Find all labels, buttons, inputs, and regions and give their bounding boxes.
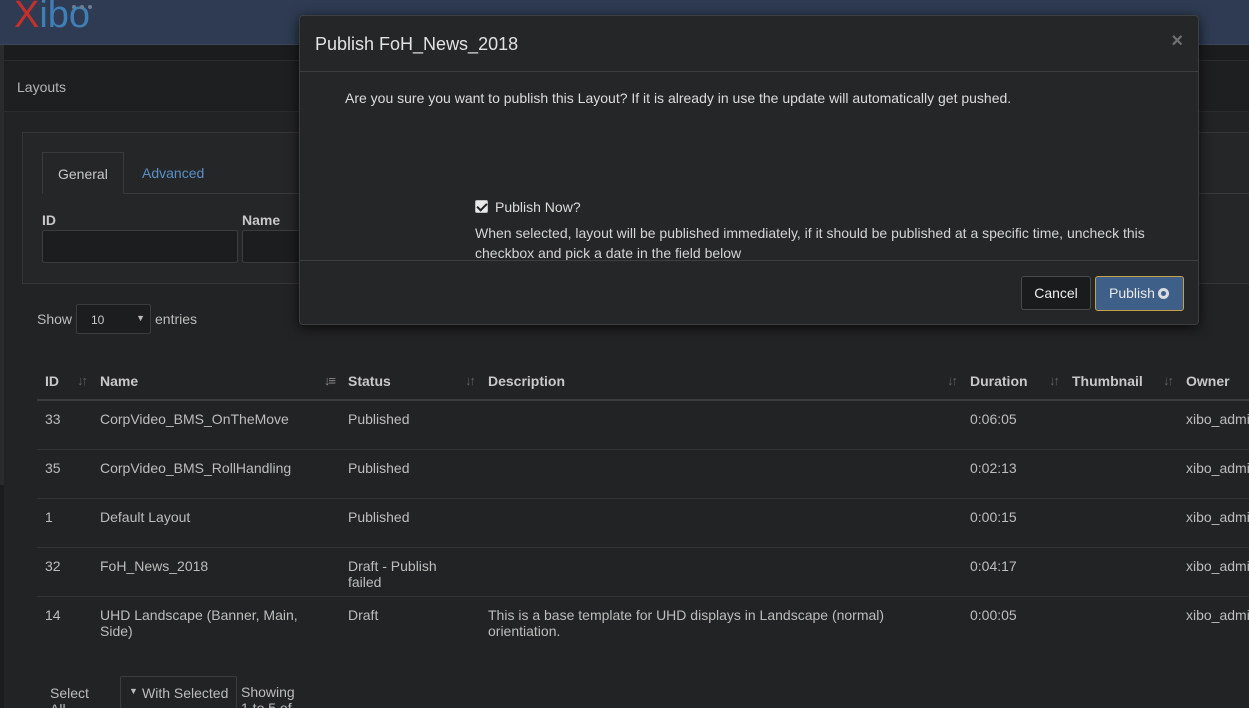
logo-x: X [14, 0, 40, 36]
sort-ascending-icon: ↓≡ [323, 373, 336, 388]
column-header-duration[interactable]: Duration ↓↑ [962, 362, 1064, 401]
publish-dialog: Publish FoH_News_2018 × Are you sure you… [299, 15, 1199, 325]
column-header-label: Name [100, 372, 139, 389]
chevron-down-icon: ▼ [136, 313, 145, 323]
cell-id: 32 [37, 546, 92, 596]
column-header-label: Description [488, 372, 566, 389]
table-header-row: ID ↓↑ Name ↓≡ Status ↓↑ Description ↓↑ Durat… [37, 362, 1249, 401]
cell-status: Published [340, 448, 480, 498]
cell-status: Published [348, 411, 410, 427]
column-header-description[interactable]: Description ↓↑ [480, 362, 962, 401]
cell-id: 14 [37, 595, 92, 645]
publish-label: Publish [1109, 285, 1155, 301]
name-filter-input[interactable] [242, 230, 302, 263]
publish-now-checkbox[interactable] [475, 200, 488, 213]
gear-icon [1157, 288, 1169, 299]
cell-owner: xibo_admin [1186, 411, 1249, 427]
column-header-label: ID [45, 372, 59, 389]
table-row[interactable]: 33 CorpVideo_BMS_OnTheMove Published 0:0… [37, 400, 1249, 449]
sort-icon: ↓↑ [465, 373, 476, 388]
sort-icon: ↓↑ [1049, 373, 1060, 388]
cell-duration: 0:00:15 [962, 497, 1064, 547]
with-selected-label: With Selected [142, 685, 229, 701]
table-row[interactable]: 32 FoH_News_2018 Draft - Publish failed … [37, 546, 1249, 596]
cell-id: 1 [37, 497, 92, 547]
page-title: Layouts [17, 79, 67, 95]
sort-icon: ↓↑ [77, 373, 88, 388]
cell-name: Default Layout [92, 497, 340, 547]
publish-help-text: When selected, layout will be published … [475, 225, 1145, 261]
logo-dots-icon [72, 0, 96, 12]
name-filter-label: Name [242, 212, 281, 228]
cell-description [480, 497, 962, 547]
id-filter-input[interactable] [42, 230, 238, 263]
chevron-down-icon: ▼ [129, 686, 138, 696]
cell-description [480, 448, 962, 498]
sort-icon: ↓↑ [1163, 373, 1174, 388]
cell-status: Published [340, 497, 480, 547]
entries-label: entries [155, 311, 198, 327]
cell-status: Draft - Publish failed [340, 546, 480, 596]
column-header-label: Status [348, 372, 391, 389]
column-header-name[interactable]: Name ↓≡ [92, 362, 340, 401]
cell-owner: xibo_admin [1178, 448, 1249, 498]
cell-owner: xibo_admin [1178, 497, 1249, 547]
cell-description [480, 546, 962, 596]
id-filter-label: ID [42, 212, 56, 228]
cell-owner: xibo_admin [1178, 595, 1249, 645]
dialog-header: Publish FoH_News_2018 × [300, 16, 1198, 72]
tab-advanced[interactable]: Advanced [127, 152, 219, 194]
with-selected-button[interactable]: ▼ With Selected [120, 676, 237, 708]
select-all-link[interactable]: Select All [50, 685, 89, 708]
close-icon[interactable]: × [1171, 30, 1183, 53]
cancel-button[interactable]: Cancel [1021, 276, 1091, 310]
cell-name: FoH_News_2018 [92, 546, 340, 596]
cell-name: CorpVideo_BMS_RollHandling [92, 448, 340, 498]
cell-id: 35 [37, 448, 92, 498]
show-label: Show [37, 311, 73, 327]
table-row[interactable]: 1 Default Layout Published 0:00:15 xibo_… [37, 497, 1249, 547]
table-row[interactable]: 35 CorpVideo_BMS_RollHandling Published … [37, 448, 1249, 498]
dialog-body: Are you sure you want to publish this La… [300, 73, 1198, 261]
cell-status: Draft [340, 595, 480, 645]
cell-duration: 0:02:13 [962, 448, 1064, 498]
cell-duration: 0:00:05 [962, 595, 1064, 645]
column-header-label: Thumbnail [1072, 372, 1143, 389]
publish-now-label[interactable]: Publish Now? [495, 199, 581, 215]
confirm-message: Are you sure you want to publish this La… [345, 90, 1012, 106]
column-header-owner[interactable]: Owner↓↑ [1178, 362, 1249, 401]
cell-thumbnail [1064, 400, 1178, 449]
cell-thumbnail [1064, 595, 1178, 645]
publish-button[interactable]: Publish [1095, 276, 1184, 311]
cell-owner: xibo_admin [1178, 546, 1249, 596]
dialog-footer: Cancel Publish [300, 260, 1198, 324]
layouts-table: ID ↓↑ Name ↓≡ Status ↓↑ Description ↓↑ Durat… [37, 362, 1249, 645]
column-header-id[interactable]: ID ↓↑ [37, 362, 92, 401]
tab-general[interactable]: General [42, 152, 124, 194]
cancel-label: Cancel [1034, 285, 1078, 301]
table-row[interactable]: 14 UHD Landscape (Banner, Main, Side) Dr… [37, 595, 1249, 645]
dialog-title: Publish FoH_News_2018 [315, 34, 519, 54]
cell-thumbnail [1064, 497, 1178, 547]
column-header-label: Owner [1186, 372, 1230, 389]
cell-description: This is a base template for UHD displays… [480, 595, 962, 645]
page-length-value: 10 [91, 313, 105, 327]
cell-thumbnail [1064, 448, 1178, 498]
page-length-select[interactable]: 10 ▼ [76, 304, 151, 334]
cell-id: 33 [45, 411, 61, 427]
sort-icon: ↓↑ [947, 373, 958, 388]
column-header-status[interactable]: Status ↓↑ [340, 362, 480, 401]
cell-name: CorpVideo_BMS_OnTheMove [100, 411, 289, 427]
cell-duration: 0:06:05 [970, 411, 1017, 427]
cell-name: UHD Landscape (Banner, Main, Side) [92, 595, 340, 645]
cell-thumbnail [1064, 546, 1178, 596]
column-header-thumbnail[interactable]: Thumbnail ↓↑ [1064, 362, 1178, 401]
column-header-label: Duration [970, 372, 1028, 389]
cell-duration: 0:04:17 [962, 546, 1064, 596]
table-info: Showing 1 to 5 of 5 entries [241, 684, 295, 708]
cell-description [480, 400, 962, 449]
